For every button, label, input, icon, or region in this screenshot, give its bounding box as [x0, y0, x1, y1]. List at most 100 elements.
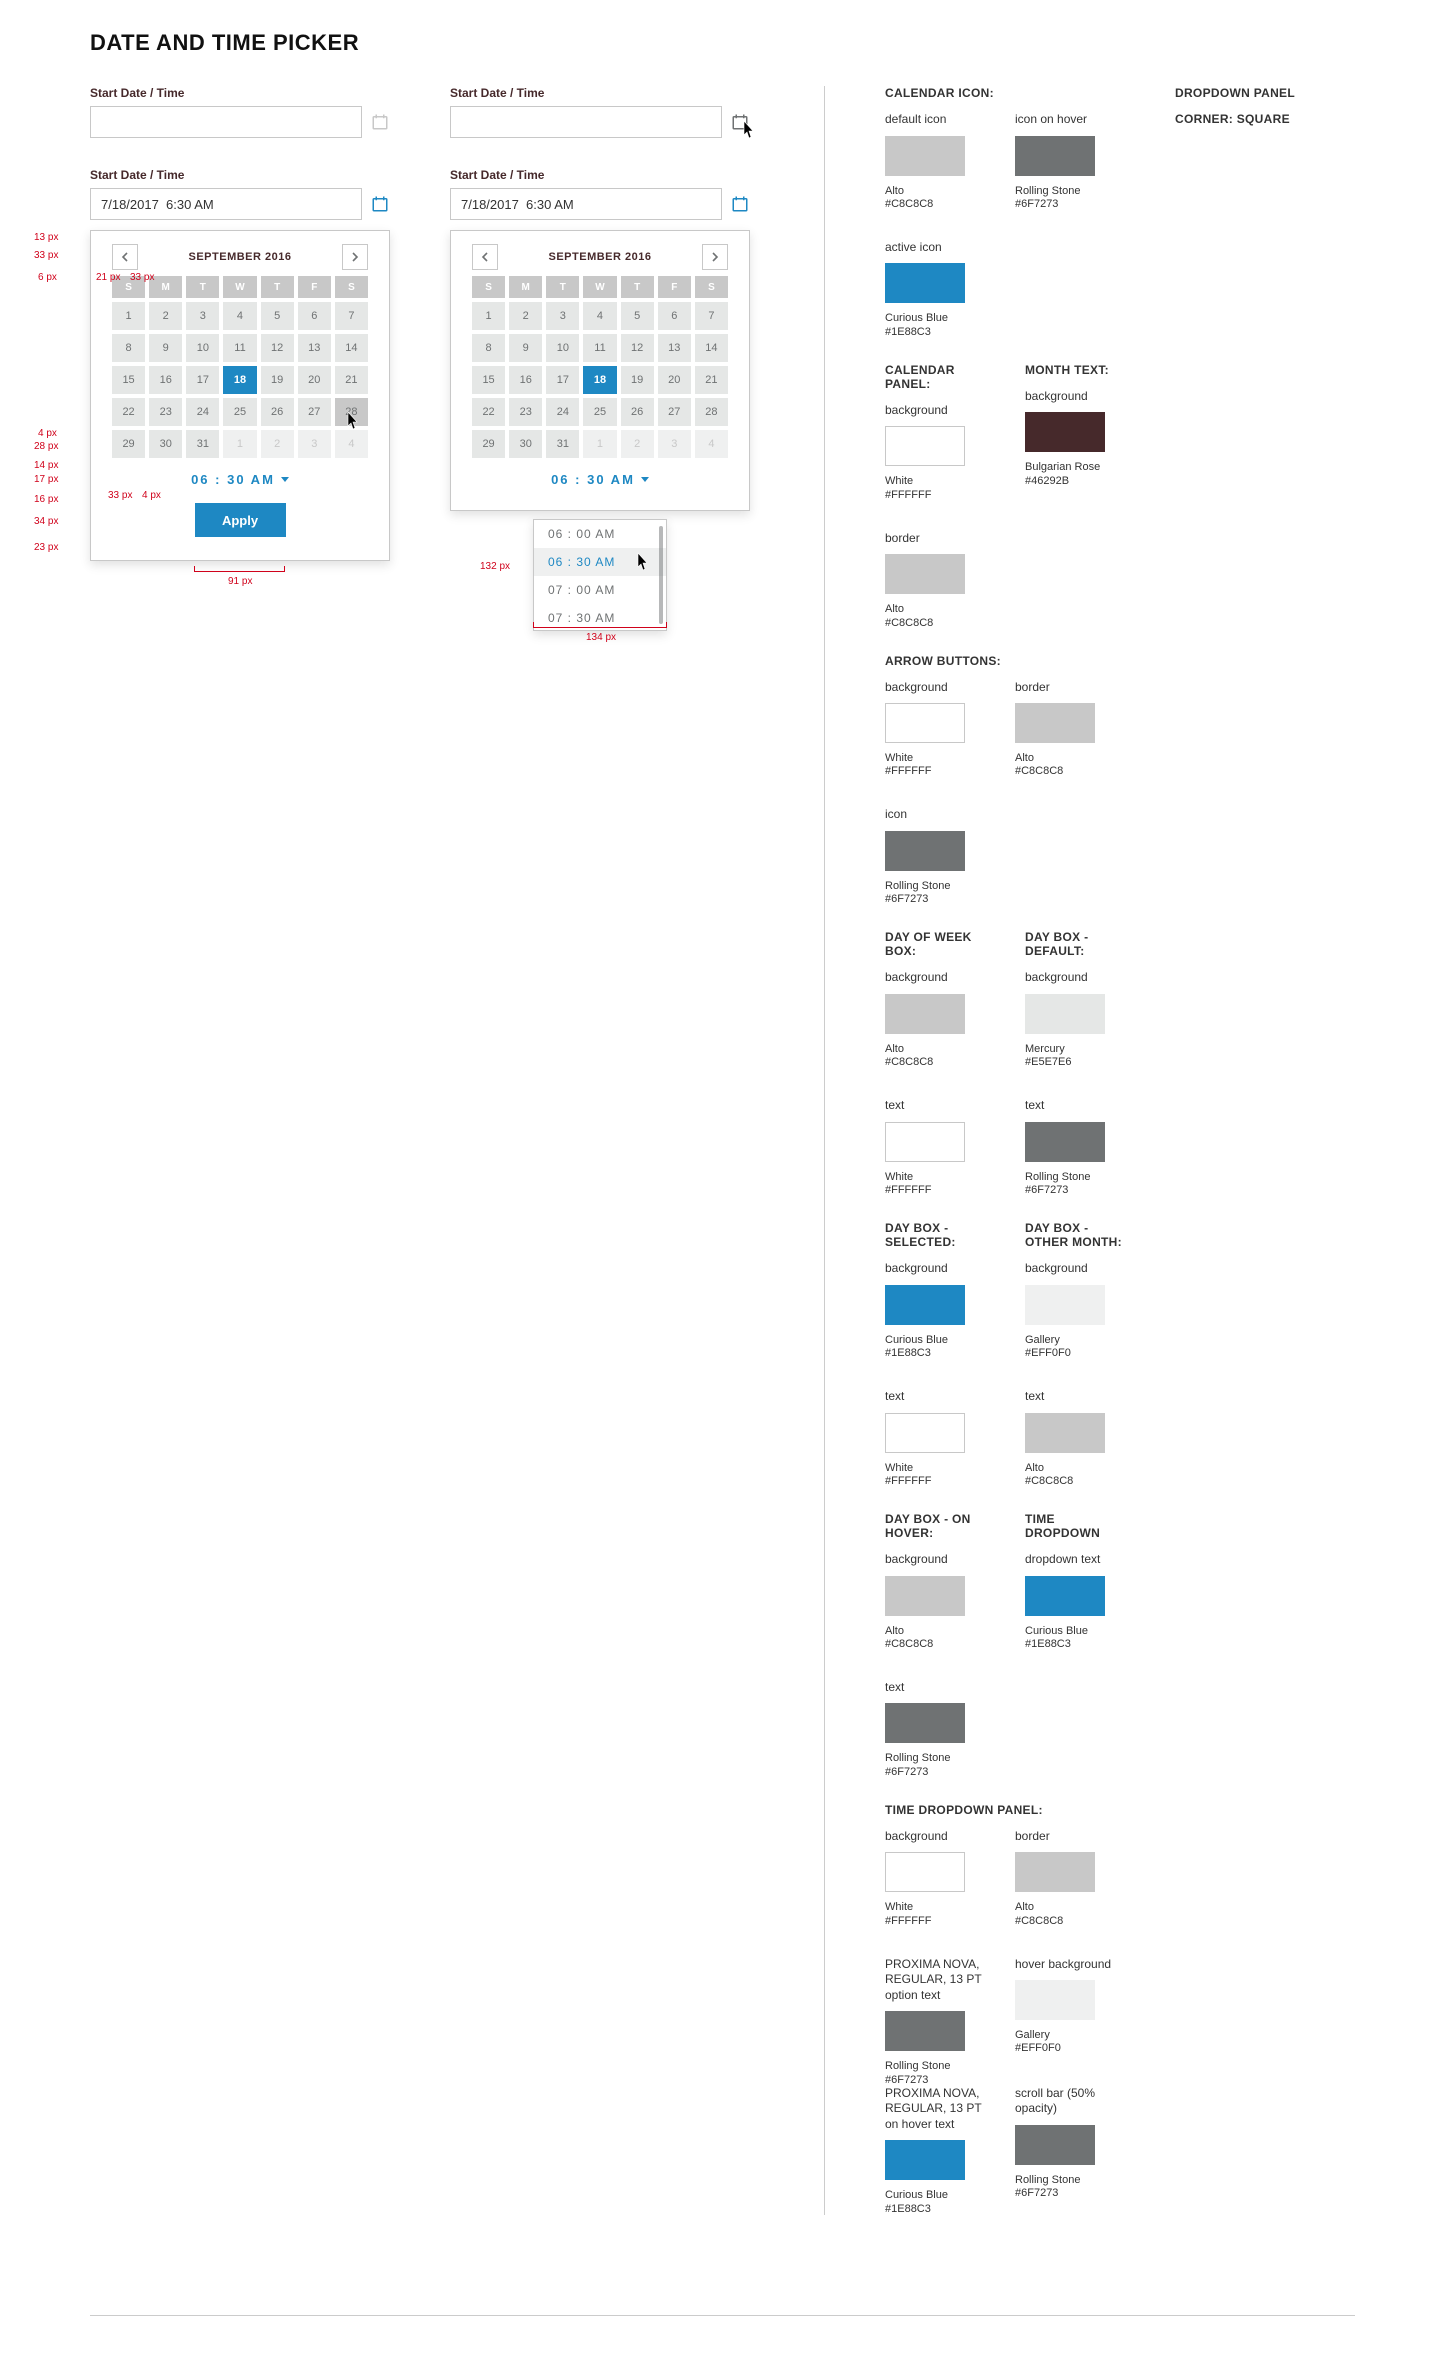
calendar-icon[interactable] — [730, 112, 750, 132]
day-cell[interactable]: 22 — [472, 398, 505, 426]
day-cell[interactable]: 1 — [583, 430, 616, 458]
day-cell[interactable]: 3 — [546, 302, 579, 330]
day-cell[interactable]: 21 — [335, 366, 368, 394]
date-input[interactable] — [90, 106, 362, 138]
day-cell[interactable]: 17 — [546, 366, 579, 394]
day-cell[interactable]: 4 — [223, 302, 256, 330]
day-cell[interactable]: 3 — [298, 430, 331, 458]
day-cell[interactable]: 12 — [261, 334, 294, 362]
corner-title: DROPDOWN PANEL — [1175, 86, 1355, 100]
day-cell[interactable]: 25 — [583, 398, 616, 426]
day-cell[interactable]: 7 — [695, 302, 728, 330]
prev-month-button[interactable] — [112, 244, 138, 270]
swatch-row: backgroundMercury#E5E7E6textRolling Ston… — [1025, 970, 1125, 1196]
day-cell[interactable]: 21 — [695, 366, 728, 394]
calendar-icon[interactable] — [370, 112, 390, 132]
time-option[interactable]: 06 : 30 AM — [534, 548, 666, 576]
swatch-hex: #C8C8C8 — [885, 198, 985, 210]
day-cell[interactable]: 16 — [149, 366, 182, 394]
day-cell[interactable]: 29 — [472, 430, 505, 458]
day-cell[interactable]: 2 — [261, 430, 294, 458]
day-cell[interactable]: 8 — [472, 334, 505, 362]
next-month-button[interactable] — [702, 244, 728, 270]
calendar-icon[interactable] — [730, 194, 750, 214]
day-cell[interactable]: 2 — [509, 302, 542, 330]
day-cell[interactable]: 13 — [658, 334, 691, 362]
day-cell[interactable]: 18 — [583, 366, 616, 394]
day-cell[interactable]: 28 — [335, 398, 368, 426]
day-cell[interactable]: 1 — [112, 302, 145, 330]
day-cell[interactable]: 29 — [112, 430, 145, 458]
day-cell[interactable]: 15 — [112, 366, 145, 394]
day-cell[interactable]: 6 — [658, 302, 691, 330]
day-cell[interactable]: 22 — [112, 398, 145, 426]
swatch-color-name: Rolling Stone — [1025, 1170, 1125, 1184]
swatch-box — [885, 426, 965, 466]
day-cell[interactable]: 13 — [298, 334, 331, 362]
day-cell[interactable]: 14 — [695, 334, 728, 362]
day-cell[interactable]: 31 — [186, 430, 219, 458]
day-cell[interactable]: 27 — [298, 398, 331, 426]
day-cell[interactable]: 26 — [621, 398, 654, 426]
scrollbar[interactable] — [659, 526, 663, 624]
date-input[interactable] — [450, 106, 722, 138]
time-option[interactable]: 06 : 00 AM — [534, 520, 666, 548]
field-label: Start Date / Time — [90, 86, 390, 100]
day-cell[interactable]: 30 — [509, 430, 542, 458]
day-cell[interactable]: 23 — [149, 398, 182, 426]
day-cell[interactable]: 3 — [186, 302, 219, 330]
day-cell[interactable]: 18 — [223, 366, 256, 394]
day-cell[interactable]: 9 — [149, 334, 182, 362]
day-cell[interactable]: 8 — [112, 334, 145, 362]
day-cell[interactable]: 10 — [186, 334, 219, 362]
day-cell[interactable]: 11 — [223, 334, 256, 362]
day-cell[interactable]: 14 — [335, 334, 368, 362]
day-cell[interactable]: 5 — [621, 302, 654, 330]
day-cell[interactable]: 26 — [261, 398, 294, 426]
next-month-button[interactable] — [342, 244, 368, 270]
date-input[interactable] — [450, 188, 722, 220]
day-cell[interactable]: 17 — [186, 366, 219, 394]
day-cell[interactable]: 4 — [695, 430, 728, 458]
swatch-item: PROXIMA NOVA, REGULAR, 13 PT option text… — [885, 1957, 985, 2086]
day-cell[interactable]: 2 — [149, 302, 182, 330]
time-dropdown-trigger[interactable]: 06 : 30 AM — [472, 472, 728, 487]
day-cell[interactable]: 24 — [546, 398, 579, 426]
calendar-icon[interactable] — [370, 194, 390, 214]
day-cell[interactable]: 31 — [546, 430, 579, 458]
day-cell[interactable]: 2 — [621, 430, 654, 458]
field-label: Start Date / Time — [450, 86, 750, 100]
swatch-color-name: White — [885, 1170, 985, 1184]
day-cell[interactable]: 1 — [223, 430, 256, 458]
swatch-item: backgroundBulgarian Rose#46292B — [1025, 389, 1125, 487]
time-dropdown-trigger[interactable]: 06 : 30 AM — [112, 472, 368, 487]
day-cell[interactable]: 1 — [472, 302, 505, 330]
day-cell[interactable]: 11 — [583, 334, 616, 362]
day-cell[interactable]: 27 — [658, 398, 691, 426]
day-cell[interactable]: 24 — [186, 398, 219, 426]
date-input[interactable] — [90, 188, 362, 220]
day-cell[interactable]: 23 — [509, 398, 542, 426]
day-cell[interactable]: 6 — [298, 302, 331, 330]
day-cell[interactable]: 28 — [695, 398, 728, 426]
prev-month-button[interactable] — [472, 244, 498, 270]
day-cell[interactable]: 19 — [621, 366, 654, 394]
day-cell[interactable]: 20 — [298, 366, 331, 394]
day-cell[interactable]: 12 — [621, 334, 654, 362]
time-option[interactable]: 07 : 00 AM — [534, 576, 666, 604]
day-cell[interactable]: 5 — [261, 302, 294, 330]
day-cell[interactable]: 4 — [583, 302, 616, 330]
apply-button[interactable]: Apply — [195, 503, 286, 537]
day-cell[interactable]: 3 — [658, 430, 691, 458]
day-cell[interactable]: 15 — [472, 366, 505, 394]
day-cell[interactable]: 7 — [335, 302, 368, 330]
day-cell[interactable]: 9 — [509, 334, 542, 362]
day-cell[interactable]: 10 — [546, 334, 579, 362]
day-cell[interactable]: 25 — [223, 398, 256, 426]
day-cell[interactable]: 20 — [658, 366, 691, 394]
day-cell[interactable]: 4 — [335, 430, 368, 458]
swatch-color-name: Gallery — [1025, 1333, 1125, 1347]
day-cell[interactable]: 19 — [261, 366, 294, 394]
day-cell[interactable]: 30 — [149, 430, 182, 458]
day-cell[interactable]: 16 — [509, 366, 542, 394]
